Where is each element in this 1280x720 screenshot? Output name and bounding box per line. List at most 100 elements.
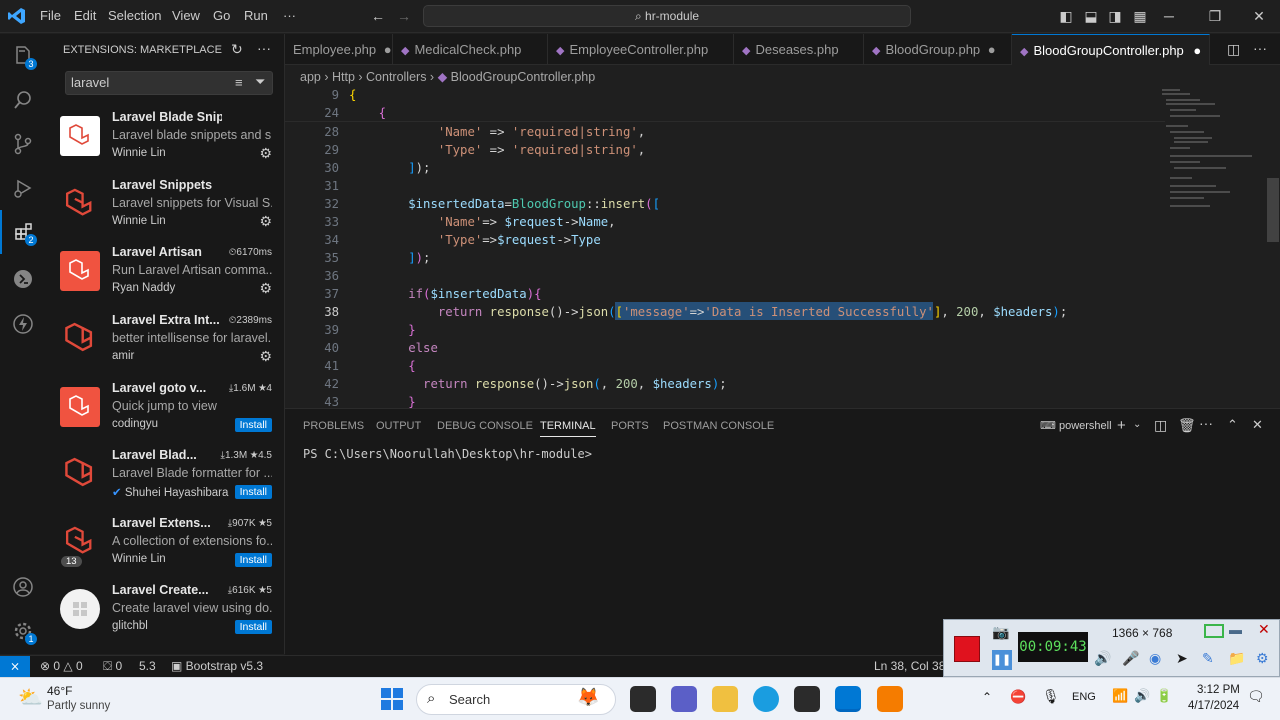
tab-medicalcheck[interactable]: ◆ MedicalCheck.php (393, 34, 548, 65)
chevron-down-icon[interactable]: ⌄ (1133, 419, 1141, 430)
notifications-icon[interactable]: 🗨 (1247, 688, 1265, 705)
file-explorer-icon[interactable] (712, 686, 738, 712)
remote-indicator-icon[interactable]: ⨯ (0, 656, 30, 678)
tab-output[interactable]: OUTPUT (376, 420, 421, 432)
more-actions-icon[interactable]: ··· (257, 40, 271, 56)
toggle-panel-icon[interactable]: ⬓ (1082, 7, 1100, 25)
back-arrow-icon[interactable]: ← (369, 7, 387, 25)
extension-item[interactable]: Laravel Extra Int... ⏲2389ms better inte… (45, 311, 284, 378)
cursor-icon[interactable]: ➤ (1176, 650, 1188, 667)
editor-more-icon[interactable]: ··· (1253, 40, 1267, 56)
window-select-icon[interactable] (1204, 624, 1224, 638)
bootstrap-status[interactable]: ▣ Bootstrap v5.3 (171, 659, 263, 673)
manage-gear-icon[interactable]: ⚙ (259, 280, 272, 297)
minimize-recorder-icon[interactable]: ▬ (1229, 622, 1242, 637)
close-recorder-icon[interactable]: ✕ (1258, 621, 1270, 638)
menu-selection[interactable]: Selection (108, 8, 161, 23)
install-button[interactable]: Install (234, 620, 272, 634)
cursor-position[interactable]: Ln 38, Col 38 (874, 659, 945, 673)
menu-view[interactable]: View (172, 8, 200, 23)
extension-item[interactable]: Laravel Snippets Laravel snippets for Vi… (45, 176, 284, 243)
manage-gear-icon[interactable]: ⚙ (259, 348, 272, 365)
install-button[interactable]: Install (234, 485, 272, 499)
version-status[interactable]: 5.3 (139, 659, 156, 673)
tab-bloodgroupcontroller[interactable]: ◆ BloodGroupController.php ● (1012, 34, 1210, 65)
settings-gear-icon[interactable]: ⚙ (1256, 650, 1269, 667)
trash-icon[interactable]: 🗑 (1178, 417, 1196, 434)
split-terminal-icon[interactable]: ◫ (1154, 417, 1167, 434)
breadcrumb-item[interactable]: Http (332, 70, 355, 84)
search-icon[interactable] (0, 78, 45, 122)
xampp-icon[interactable] (877, 686, 903, 712)
tab-employee[interactable]: Employee.php ● (285, 34, 393, 65)
tab-deseases[interactable]: ◆ Deseases.php (734, 34, 864, 65)
toggle-secondary-sidebar-icon[interactable]: ◨ (1106, 7, 1124, 25)
microphone-icon[interactable]: 🎤 (1122, 650, 1139, 667)
breadcrumb-item[interactable]: app (300, 70, 321, 84)
tab-employeecontroller[interactable]: ◆ EmployeeController.php (548, 34, 734, 65)
remote-explorer-icon[interactable] (0, 257, 45, 301)
speaker-icon[interactable]: 🔊 (1094, 650, 1111, 667)
run-debug-icon[interactable] (0, 166, 45, 210)
toggle-sidebar-icon[interactable]: ◧ (1057, 7, 1075, 25)
network-status-icon[interactable]: ⛔ (1010, 689, 1026, 705)
extension-item[interactable]: Laravel Create... ⤓616K ★5 Create larave… (45, 581, 284, 648)
battery-icon[interactable]: 🔋 (1156, 688, 1172, 704)
camera-icon[interactable]: 📷 (992, 624, 1009, 641)
tab-problems[interactable]: PROBLEMS (303, 420, 364, 432)
install-button[interactable]: Install (234, 553, 272, 567)
refresh-icon[interactable]: ↻ (231, 41, 243, 58)
vscode-taskbar-icon[interactable] (835, 686, 861, 712)
extension-item[interactable]: Laravel Blade Snippets Laravel blade sni… (45, 108, 284, 175)
thunder-client-icon[interactable] (0, 302, 45, 346)
pen-icon[interactable]: ✎ (1202, 650, 1214, 667)
terminal-prompt[interactable]: PS C:\Users\Noorullah\Desktop\hr-module> (303, 447, 592, 461)
menu-edit[interactable]: Edit (74, 8, 96, 23)
minimize-icon[interactable]: ─ (1160, 7, 1178, 25)
ports-status[interactable]: ⛋ 0 (103, 659, 122, 674)
windows-start-icon[interactable] (380, 687, 404, 711)
clock-date[interactable]: 4/17/2024 (1188, 700, 1239, 712)
tab-postman-console[interactable]: POSTMAN CONSOLE (663, 420, 774, 432)
terminal-shell-selector[interactable]: ⌨ powershell (1040, 419, 1112, 432)
tab-bloodgroup[interactable]: ◆ BloodGroup.php ● (864, 34, 1012, 65)
restore-icon[interactable]: ❐ (1206, 7, 1224, 25)
filter-icon[interactable]: ⏷ (255, 74, 265, 90)
breadcrumb-item[interactable]: Controllers (366, 70, 426, 84)
manage-gear-icon[interactable]: ⚙ (259, 213, 272, 230)
command-center-search[interactable]: ⌕ hr-module (423, 5, 911, 27)
install-button[interactable]: Install (234, 418, 272, 432)
editor-scrollbar[interactable] (1267, 178, 1279, 242)
close-panel-icon[interactable]: ✕ (1252, 417, 1263, 433)
extension-item[interactable]: 13 Laravel Extens... ⤓907K ★5 A collecti… (45, 514, 284, 581)
customize-layout-icon[interactable]: ▦ (1131, 7, 1149, 25)
manage-gear-icon[interactable]: ⚙ (259, 145, 272, 162)
maximize-panel-icon[interactable]: ⌃ (1227, 417, 1238, 433)
clock-time[interactable]: 3:12 PM (1197, 684, 1240, 696)
problems-status[interactable]: ⊗ 0 △ 0 (40, 659, 83, 673)
tab-debug-console[interactable]: DEBUG CONSOLE (437, 420, 533, 432)
menu-file[interactable]: File (40, 8, 61, 23)
tab-ports[interactable]: PORTS (611, 420, 649, 432)
pause-button[interactable]: ❚❚ (992, 650, 1012, 670)
volume-icon[interactable]: 🔊 (1134, 688, 1150, 704)
minimap[interactable] (1160, 86, 1268, 408)
menu-more[interactable]: ··· (283, 8, 296, 23)
taskbar-search-box[interactable]: ⌕ Search 🦊 (416, 684, 616, 715)
manage-gear-icon[interactable]: 1 (0, 609, 45, 653)
account-icon[interactable] (0, 565, 45, 609)
task-view-icon[interactable] (630, 686, 656, 712)
extension-item[interactable]: Laravel Artisan ⏲6170ms Run Laravel Arti… (45, 243, 284, 310)
panel-more-icon[interactable]: ··· (1199, 415, 1213, 431)
new-terminal-plus-icon[interactable]: + (1117, 417, 1126, 434)
stop-record-button[interactable] (954, 636, 980, 662)
menu-go[interactable]: Go (213, 8, 230, 23)
language-indicator[interactable]: ENG (1072, 691, 1096, 703)
wifi-icon[interactable]: 📶 (1112, 688, 1128, 704)
extensions-icon[interactable]: 2 (0, 210, 45, 254)
extension-item[interactable]: Laravel Blad... ⤓1.3M ★4.5 Laravel Blade… (45, 446, 284, 513)
weather-sun-icon[interactable]: ⛅ (18, 685, 43, 710)
code-editor[interactable]: 9 { 24 { 28 'Name' => 'required|string',… (285, 86, 1280, 409)
microsoft-store-icon[interactable] (794, 686, 820, 712)
edge-browser-icon[interactable] (753, 686, 779, 712)
